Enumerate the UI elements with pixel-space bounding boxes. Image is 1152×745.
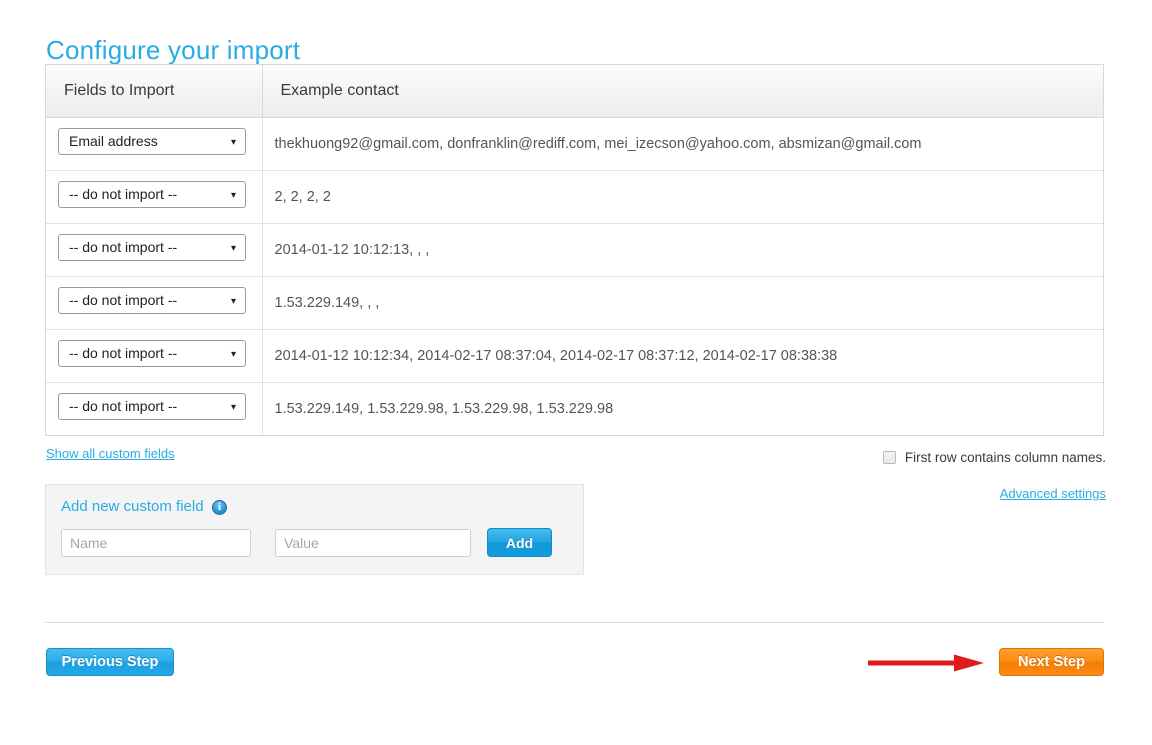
chevron-down-icon: ▾ xyxy=(230,401,236,413)
example-contact-cell-0: thekhuong92@gmail.com, donfranklin@redif… xyxy=(262,117,1103,171)
first-row-checkbox[interactable] xyxy=(882,451,896,464)
example-contact-cell-3: 1.53.229.149, , , xyxy=(262,276,1103,330)
field-select-0-value: Email address xyxy=(69,132,158,149)
column-header-example-contact: Example contact xyxy=(262,65,1103,118)
show-all-custom-fields-link[interactable]: Show all custom fields xyxy=(46,446,175,461)
import-fields-table: Fields to Import Example contact Email a… xyxy=(45,64,1104,436)
field-select-3-value: -- do not import -- xyxy=(69,291,178,308)
example-contact-cell-5: 1.53.229.149, 1.53.229.98, 1.53.229.98, … xyxy=(274,400,614,417)
field-select-cell: -- do not import -- ▾ xyxy=(46,276,263,330)
add-custom-field-title: Add new custom field xyxy=(61,498,204,515)
table-row: -- do not import -- ▾ 1.53.229.149, 1.53… xyxy=(46,382,1103,435)
chevron-down-icon: ▾ xyxy=(230,242,236,254)
info-icon[interactable]: i xyxy=(212,500,227,515)
field-select-4[interactable]: -- do not import -- ▾ xyxy=(58,339,246,367)
field-select-2-value: -- do not import -- xyxy=(69,238,178,255)
table-row: -- do not import -- ▾ 2, 2, 2, 2 xyxy=(46,170,1103,224)
custom-field-value-input[interactable] xyxy=(275,529,471,557)
custom-field-name-input[interactable] xyxy=(61,529,251,557)
field-select-5[interactable]: -- do not import -- ▾ xyxy=(58,392,246,420)
field-select-cell: -- do not import -- ▾ xyxy=(46,329,263,383)
previous-step-button[interactable]: Previous Step xyxy=(46,648,174,676)
field-select-cell: -- do not import -- ▾ xyxy=(46,223,263,277)
page-title: Configure your import xyxy=(46,35,301,66)
table-row: -- do not import -- ▾ 1.53.229.149, , , xyxy=(46,276,1103,330)
field-select-2[interactable]: -- do not import -- ▾ xyxy=(58,233,246,261)
advanced-settings-link[interactable]: Advanced settings xyxy=(1000,486,1106,501)
add-custom-field-button[interactable]: Add xyxy=(487,528,552,557)
chevron-down-icon: ▾ xyxy=(230,189,236,201)
footer-divider xyxy=(45,622,1104,623)
chevron-down-icon: ▾ xyxy=(230,136,236,148)
next-step-button[interactable]: Next Step xyxy=(999,648,1104,676)
field-select-cell: -- do not import -- ▾ xyxy=(46,170,263,224)
table-body: Email address ▾ thekhuong92@gmail.com, d… xyxy=(46,117,1103,435)
field-select-cell: -- do not import -- ▾ xyxy=(46,382,263,435)
field-select-3[interactable]: -- do not import -- ▾ xyxy=(58,286,246,314)
chevron-down-icon: ▾ xyxy=(230,348,236,360)
field-select-1[interactable]: -- do not import -- ▾ xyxy=(58,180,246,208)
table-row: Email address ▾ thekhuong92@gmail.com, d… xyxy=(46,117,1103,171)
field-select-cell: Email address ▾ xyxy=(46,117,263,171)
first-row-checkbox-label: First row contains column names. xyxy=(904,450,1106,465)
table-row: -- do not import -- ▾ 2014-01-12 10:12:1… xyxy=(46,223,1103,277)
field-select-1-value: -- do not import -- xyxy=(69,185,178,202)
example-contact-cell-4: 2014-01-12 10:12:34, 2014-02-17 08:37:04… xyxy=(262,329,1103,383)
example-contact-cell-1: 2, 2, 2, 2 xyxy=(262,170,1103,224)
chevron-down-icon: ▾ xyxy=(230,295,236,307)
field-select-5-value: -- do not import -- xyxy=(69,397,178,414)
red-pointer-arrow xyxy=(868,654,984,672)
add-custom-field-panel: Add new custom field i Add xyxy=(45,484,584,575)
first-row-contains-column-names-row[interactable]: First row contains column names. xyxy=(882,450,1106,465)
field-select-4-value: -- do not import -- xyxy=(69,344,178,361)
table-row: -- do not import -- ▾ 2014-01-12 10:12:3… xyxy=(46,329,1103,383)
table-header-row: Fields to Import Example contact xyxy=(46,65,1103,118)
configure-import-page: Configure your import Fields to Import E… xyxy=(0,0,1152,745)
example-contact-cell-2: 2014-01-12 10:12:13, , , xyxy=(262,223,1103,277)
field-select-0[interactable]: Email address ▾ xyxy=(58,127,246,155)
column-header-fields-to-import: Fields to Import xyxy=(46,65,263,118)
